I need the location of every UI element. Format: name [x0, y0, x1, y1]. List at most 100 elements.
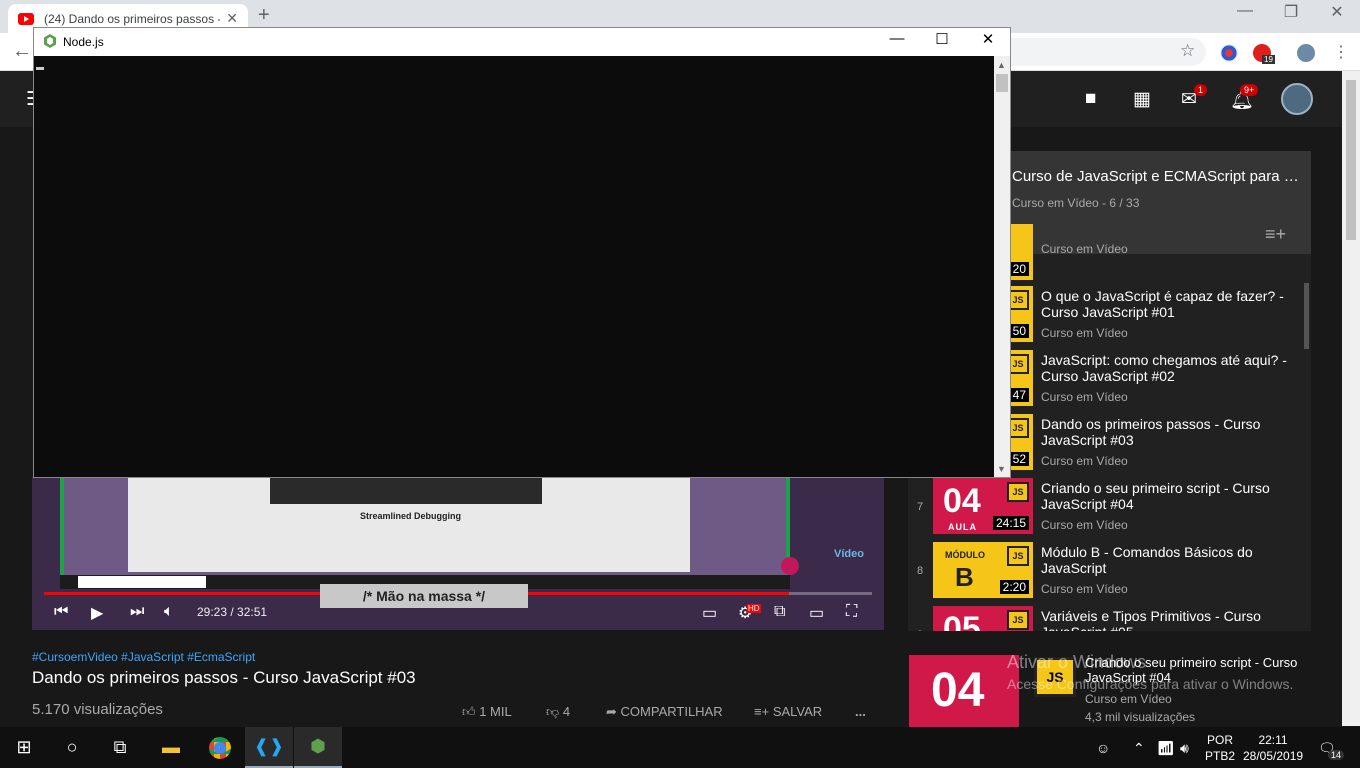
apps-grid-icon[interactable]: ▦: [1133, 88, 1151, 111]
address-bar[interactable]: [1000, 38, 1206, 66]
extension-icon[interactable]: [1220, 44, 1238, 62]
page-scrollbar-thumb[interactable]: [1346, 80, 1356, 240]
share-button[interactable]: ➦ COMPARTILHAR: [606, 704, 723, 720]
previous-icon[interactable]: ⏮: [54, 603, 68, 621]
dislike-button[interactable]: 👎︎ 4: [546, 704, 570, 720]
playlist-scrollbar-thumb[interactable]: [1304, 283, 1309, 349]
vscode-icon[interactable]: ❰❱: [245, 727, 293, 768]
theater-mode-icon[interactable]: ▭: [809, 603, 824, 623]
view-count: 5.170 visualizações: [32, 701, 163, 718]
duration-badge: 24:15: [992, 516, 1029, 530]
video-channel-logo: Vídeo: [834, 548, 864, 560]
playlist-item-title: Dando os primeiros passos - Curso JavaSc…: [1041, 416, 1261, 448]
nodejs-maximize-button[interactable]: ☐: [919, 30, 965, 48]
playlist-subtitle: Curso em Vídeo - 6 / 33: [1012, 196, 1140, 210]
browser-restore-button[interactable]: ❐: [1268, 2, 1314, 22]
duration-badge: 50: [1009, 324, 1029, 338]
nodejs-taskbar-icon[interactable]: ⬢: [294, 727, 342, 768]
people-icon[interactable]: ☺: [1096, 740, 1110, 756]
hd-badge: HD: [747, 604, 761, 613]
js-logo-icon: JS: [1007, 482, 1029, 502]
nodejs-minimize-button[interactable]: —: [874, 30, 920, 47]
more-actions-button[interactable]: ...: [855, 704, 866, 719]
video-overlay-caption: /* Mão na massa */: [320, 584, 528, 608]
up-next-title[interactable]: Criando o seu primeiro script - Curso Ja…: [1085, 655, 1310, 685]
create-video-icon[interactable]: ■: [1085, 88, 1096, 110]
duration-badge: 52: [1009, 452, 1029, 466]
volume-icon[interactable]: 🔈︎: [164, 603, 174, 621]
playlist-item[interactable]: 7 04 JS AULA 24:15 Criando o seu primeir…: [908, 476, 1303, 540]
current-time: 29:23: [197, 605, 228, 619]
taskbar-clock[interactable]: 22:11 28/05/2019: [1243, 732, 1303, 764]
duration-badge: 47: [1009, 388, 1029, 402]
show-hidden-icons-icon[interactable]: ⌃: [1133, 740, 1145, 757]
share-label: COMPARTILHAR: [620, 704, 723, 719]
console-scrollbar[interactable]: [994, 56, 1010, 477]
playlist-item-title: Módulo B - Comandos Básicos do JavaScrip…: [1041, 544, 1253, 576]
console-scrollbar-thumb[interactable]: [996, 74, 1008, 92]
thumb-number: 04: [943, 482, 981, 520]
share-arrow-icon: ➦: [606, 704, 617, 719]
fullscreen-icon[interactable]: ⛶: [846, 603, 857, 621]
playlist-item[interactable]: 8 MÓDULO B JS 2:20 Módulo B - Comandos B…: [908, 540, 1303, 604]
browser-minimize-button[interactable]: —: [1222, 2, 1268, 20]
windows-start-icon[interactable]: ⊞: [0, 727, 48, 768]
task-view-icon[interactable]: ⧉: [96, 727, 144, 768]
video-title: Dando os primeiros passos - Curso JavaSc…: [32, 668, 416, 687]
playlist-item[interactable]: 9 05 JS Variáveis e Tipos Primitivos - C…: [908, 604, 1303, 631]
playlist-item-channel: Curso em Vídeo: [1041, 518, 1128, 532]
tab-close-icon[interactable]: ✕: [226, 10, 238, 27]
video-record-dot: [781, 557, 799, 575]
file-explorer-icon[interactable]: ▬: [147, 727, 195, 768]
video-inner-search: [78, 576, 206, 588]
subtitles-icon[interactable]: ▭: [702, 603, 717, 623]
language-code: POR: [1207, 733, 1234, 747]
cortana-search-icon[interactable]: ○: [48, 727, 96, 768]
new-tab-button[interactable]: +: [258, 4, 270, 27]
thumb-module-label: MÓDULO: [945, 550, 985, 560]
bookmark-star-icon[interactable]: ☆: [1180, 41, 1195, 61]
next-icon[interactable]: ⏭: [130, 603, 144, 621]
thumb-module-letter: B: [955, 562, 974, 592]
playlist-title[interactable]: Curso de JavaScript e ECMAScript para In…: [1012, 168, 1302, 185]
nodejs-hexagon-icon: [44, 34, 56, 48]
browser-menu-icon[interactable]: ⋮: [1333, 42, 1349, 62]
volume-tray-icon[interactable]: 🔊︎: [1180, 740, 1189, 757]
notifications-badge: 9+: [1240, 84, 1259, 96]
nodejs-close-button[interactable]: ✕: [965, 30, 1011, 48]
save-label: SALVAR: [772, 704, 823, 719]
input-language[interactable]: POR PTB2: [1205, 732, 1235, 764]
thumbs-down-icon: 👎︎: [546, 704, 560, 719]
nodejs-titlebar[interactable]: [34, 28, 1010, 56]
up-next-thumbnail[interactable]: 04: [909, 655, 1019, 727]
add-playlist-icon: ≡+: [754, 704, 770, 719]
playlist-item-number: 7: [917, 501, 924, 513]
like-count: 1 MIL: [479, 704, 512, 719]
video-time-display: 29:23 / 32:51: [197, 605, 267, 619]
browser-tab-title: (24) Dando os primeiros passos -: [44, 11, 221, 26]
playlist-item-channel: Curso em Vídeo: [1041, 454, 1128, 468]
scroll-up-arrow-icon[interactable]: ▲: [997, 60, 1006, 70]
profile-avatar-icon[interactable]: [1297, 44, 1315, 62]
video-hashtags[interactable]: #CursoemVideo #JavaScript #EcmaScript: [32, 650, 255, 664]
time-separator: /: [227, 605, 238, 619]
playlist-item-thumbnail: 05 JS: [933, 606, 1033, 631]
save-button[interactable]: ≡+ SALVAR: [754, 704, 822, 719]
play-icon[interactable]: ▶: [91, 603, 103, 623]
scroll-down-arrow-icon[interactable]: ▼: [997, 464, 1006, 474]
like-button[interactable]: 👍︎ 1 MIL: [462, 704, 512, 720]
back-arrow-icon[interactable]: ←: [12, 40, 32, 63]
playlist-item-thumbnail: 04 JS AULA 24:15: [933, 478, 1033, 534]
duration-badge: 2:20: [999, 580, 1029, 594]
nodejs-console-area[interactable]: [34, 56, 994, 477]
keyboard-layout: PTB2: [1205, 749, 1236, 763]
account-avatar[interactable]: [1281, 83, 1313, 115]
up-next-views: 4,3 mil visualizações: [1085, 710, 1196, 724]
playlist-item-number: 8: [917, 565, 924, 577]
youtube-favicon-icon: [18, 12, 34, 25]
browser-close-button[interactable]: ✕: [1314, 2, 1360, 22]
chrome-icon[interactable]: [196, 727, 244, 768]
playlist-item-channel: Curso em Vídeo: [1041, 242, 1128, 256]
miniplayer-icon[interactable]: ⧉: [774, 603, 785, 621]
network-icon[interactable]: 📶︎: [1157, 740, 1175, 757]
